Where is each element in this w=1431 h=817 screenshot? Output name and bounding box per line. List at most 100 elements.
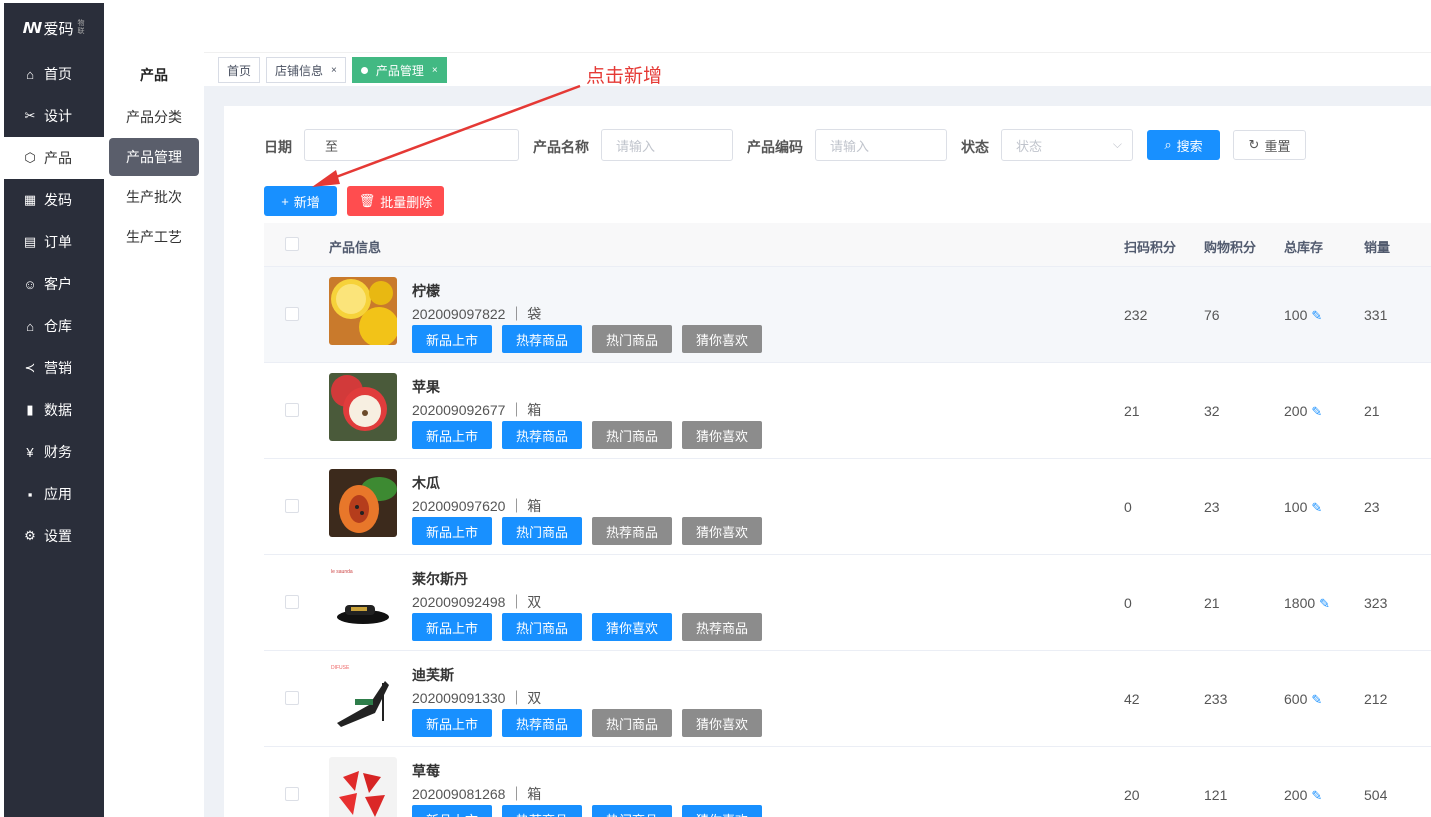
subnav-item-category[interactable]: 产品分类 bbox=[109, 98, 199, 136]
product-tag[interactable]: 热荐商品 bbox=[592, 517, 672, 545]
edit-pencil-icon[interactable]: ✎ bbox=[1311, 500, 1322, 515]
product-tag[interactable]: 新品上市 bbox=[412, 517, 492, 545]
stock-value: 100 bbox=[1284, 307, 1308, 323]
product-tag[interactable]: 猜你喜欢 bbox=[682, 709, 762, 737]
nav-item-marketing[interactable]: ≺ 营销 bbox=[4, 347, 104, 389]
tab-home[interactable]: 首页 bbox=[218, 57, 261, 83]
logo: ꟿ 爱码 物联 bbox=[4, 3, 104, 53]
row-checkbox[interactable] bbox=[285, 307, 299, 321]
shop-points: 121 bbox=[1204, 787, 1228, 803]
table-row[interactable]: 柠檬 202009097822 ｜ 袋新品上市 热荐商品 热门商品 猜你喜欢 232 76 1… bbox=[264, 267, 1431, 363]
nav-item-customer[interactable]: ☺ 客户 bbox=[4, 263, 104, 305]
subnav-item-process[interactable]: 生产工艺 bbox=[109, 218, 199, 256]
nav-label: 发码 bbox=[44, 192, 72, 208]
product-code: 202009092677 ｜ 箱 bbox=[412, 402, 542, 418]
chart-icon: ▮ bbox=[26, 402, 34, 417]
close-icon[interactable]: × bbox=[331, 65, 337, 76]
subnav-item-batch[interactable]: 生产批次 bbox=[109, 178, 199, 216]
product-tag[interactable]: 新品上市 bbox=[412, 613, 492, 641]
product-thumbnail bbox=[329, 757, 397, 817]
nav-item-design[interactable]: ✂ 设计 bbox=[4, 95, 104, 137]
refresh-icon: ↻ bbox=[1248, 137, 1260, 152]
batch-delete-button[interactable]: 🗑 批量删除 bbox=[347, 186, 444, 216]
product-tag[interactable]: 热门商品 bbox=[502, 613, 582, 641]
nav-item-apps[interactable]: ▪ 应用 bbox=[4, 473, 104, 515]
total-stock: 1800 ✎ bbox=[1284, 595, 1330, 612]
edit-pencil-icon[interactable]: ✎ bbox=[1311, 692, 1322, 707]
product-tag[interactable]: 热门商品 bbox=[592, 421, 672, 449]
product-tag[interactable]: 猜你喜欢 bbox=[682, 805, 762, 817]
close-icon[interactable]: × bbox=[432, 65, 438, 76]
product-name-input[interactable]: 请输入 bbox=[601, 129, 733, 161]
product-tag[interactable]: 猜你喜欢 bbox=[682, 421, 762, 449]
edit-pencil-icon[interactable]: ✎ bbox=[1311, 788, 1322, 803]
nav-item-product[interactable]: ⬡ 产品 bbox=[4, 137, 104, 179]
row-checkbox[interactable] bbox=[285, 595, 299, 609]
product-tag[interactable]: 热门商品 bbox=[592, 805, 672, 817]
nav-item-code[interactable]: ▦ 发码 bbox=[4, 179, 104, 221]
total-stock: 200 ✎ bbox=[1284, 787, 1322, 804]
table-row[interactable]: le saunda 莱尔斯丹 202009092498 ｜ 双新品上市 热门商品 猜你喜… bbox=[264, 555, 1431, 651]
date-range-input[interactable]: 至 bbox=[304, 129, 519, 161]
product-tag[interactable]: 猜你喜欢 bbox=[592, 613, 672, 641]
row-checkbox[interactable] bbox=[285, 691, 299, 705]
status-select[interactable]: 状态 ⌵ bbox=[1001, 129, 1133, 161]
sales: 21 bbox=[1364, 403, 1380, 419]
table-row[interactable]: 木瓜 202009097620 ｜ 箱新品上市 热门商品 热荐商品 猜你喜欢 0 23 100… bbox=[264, 459, 1431, 555]
date-label: 日期 bbox=[264, 139, 292, 155]
tab-product-manage[interactable]: 产品管理 × bbox=[351, 57, 447, 83]
nav-item-data[interactable]: ▮ 数据 bbox=[4, 389, 104, 431]
nav-item-home[interactable]: ⌂ 首页 bbox=[4, 53, 104, 95]
col-total-stock: 总库存 bbox=[1284, 240, 1324, 255]
scan-points: 42 bbox=[1124, 691, 1140, 707]
tab-shop-info[interactable]: 店铺信息 × bbox=[266, 57, 346, 83]
product-tag[interactable]: 猜你喜欢 bbox=[682, 325, 762, 353]
nav-item-finance[interactable]: ¥ 财务 bbox=[4, 431, 104, 473]
product-tag[interactable]: 热荐商品 bbox=[502, 325, 582, 353]
qrcode-icon: ▦ bbox=[23, 192, 37, 207]
nav-item-order[interactable]: ▤ 订单 bbox=[4, 221, 104, 263]
product-tag[interactable]: 新品上市 bbox=[412, 709, 492, 737]
product-tag[interactable]: 热荐商品 bbox=[502, 421, 582, 449]
shop-points: 32 bbox=[1204, 403, 1220, 419]
product-tag[interactable]: 热门商品 bbox=[592, 709, 672, 737]
sales: 23 bbox=[1364, 499, 1380, 515]
product-tag[interactable]: 猜你喜欢 bbox=[682, 517, 762, 545]
user-icon: ☺ bbox=[23, 276, 37, 292]
row-checkbox[interactable] bbox=[285, 787, 299, 801]
search-button[interactable]: ⌕ 搜索 bbox=[1147, 130, 1220, 160]
product-tag[interactable]: 新品上市 bbox=[412, 421, 492, 449]
total-stock: 600 ✎ bbox=[1284, 691, 1322, 708]
product-tag[interactable]: 热荐商品 bbox=[502, 709, 582, 737]
product-tag[interactable]: 热门商品 bbox=[502, 517, 582, 545]
nav-item-warehouse[interactable]: ⌂ 仓库 bbox=[4, 305, 104, 347]
product-tag[interactable]: 新品上市 bbox=[412, 805, 492, 817]
add-button[interactable]: + 新增 bbox=[264, 186, 337, 216]
subnav-item-product-manage[interactable]: 产品管理 bbox=[109, 138, 199, 176]
row-checkbox[interactable] bbox=[285, 403, 299, 417]
product-tag[interactable]: 热门商品 bbox=[592, 325, 672, 353]
share-icon: ≺ bbox=[24, 360, 36, 375]
nav-item-settings[interactable]: ⚙ 设置 bbox=[4, 515, 104, 557]
table-row[interactable]: 苹果 202009092677 ｜ 箱新品上市 热荐商品 热门商品 猜你喜欢 21 32 20… bbox=[264, 363, 1431, 459]
product-name: 迪芙斯 bbox=[412, 667, 454, 683]
edit-pencil-icon[interactable]: ✎ bbox=[1311, 404, 1322, 419]
table-row[interactable]: DIFUSE 迪芙斯 202009091330 ｜ 双新品上市 热荐商品 热门商品 猜你喜… bbox=[264, 651, 1431, 747]
edit-pencil-icon[interactable]: ✎ bbox=[1319, 596, 1330, 611]
sales: 212 bbox=[1364, 691, 1388, 707]
product-code-input[interactable]: 请输入 bbox=[815, 129, 947, 161]
col-sales: 销量 bbox=[1364, 240, 1391, 255]
row-checkbox[interactable] bbox=[285, 499, 299, 513]
product-tag[interactable]: 新品上市 bbox=[412, 325, 492, 353]
table-row[interactable]: 草莓 202009081268 ｜ 箱新品上市热荐商品热门商品猜你喜欢 20 121 2… bbox=[264, 747, 1431, 817]
tab-label: 店铺信息 bbox=[275, 63, 324, 78]
edit-pencil-icon[interactable]: ✎ bbox=[1311, 308, 1322, 323]
product-tags: 新品上市 热门商品 猜你喜欢 热荐商品 bbox=[412, 613, 762, 641]
product-tag[interactable]: 热荐商品 bbox=[502, 805, 582, 817]
sub-nav: 产品 产品分类 产品管理 生产批次 生产工艺 bbox=[104, 54, 204, 817]
sales: 504 bbox=[1364, 787, 1388, 803]
product-tag[interactable]: 热荐商品 bbox=[682, 613, 762, 641]
active-dot-icon bbox=[360, 66, 368, 74]
reset-button[interactable]: ↻ 重置 bbox=[1233, 130, 1306, 160]
select-all-checkbox[interactable] bbox=[285, 237, 299, 251]
